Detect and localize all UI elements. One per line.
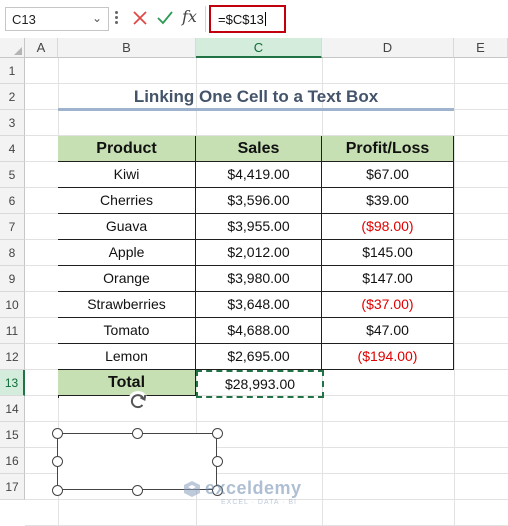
row-header-15[interactable]: 15 xyxy=(0,422,25,448)
sales-cell[interactable]: $2,012.00 xyxy=(196,240,322,266)
header-sales[interactable]: Sales xyxy=(196,136,322,162)
column-header-a[interactable]: A xyxy=(25,38,58,58)
exceldemy-logo-icon xyxy=(184,481,200,497)
row-header-13[interactable]: 13 xyxy=(0,370,25,396)
sales-cell[interactable]: $3,648.00 xyxy=(196,292,322,318)
copy-selection-border xyxy=(196,370,324,398)
product-cell[interactable]: Orange xyxy=(58,266,196,292)
row-header-6[interactable]: 6 xyxy=(0,188,25,214)
sales-cell[interactable]: $4,688.00 xyxy=(196,318,322,344)
insert-function-icon[interactable]: fx xyxy=(182,7,197,26)
profit-cell[interactable]: $39.00 xyxy=(322,188,454,214)
name-box-value: C13 xyxy=(12,12,36,27)
product-cell[interactable]: Guava xyxy=(58,214,196,240)
formula-text: =$C$13 xyxy=(218,12,266,27)
column-header-b[interactable]: B xyxy=(58,38,196,58)
resize-handle-top[interactable] xyxy=(132,428,143,439)
sheet-title: Linking One Cell to a Text Box xyxy=(133,87,379,106)
profit-cell[interactable]: $145.00 xyxy=(322,240,454,266)
sales-cell[interactable]: $3,980.00 xyxy=(196,266,322,292)
close-icon[interactable] xyxy=(130,8,150,28)
row-header-8[interactable]: 8 xyxy=(0,240,25,266)
row-header-7[interactable]: 7 xyxy=(0,214,25,240)
product-cell[interactable]: Tomato xyxy=(58,318,196,344)
resize-handle-left[interactable] xyxy=(52,456,63,467)
row-header-9[interactable]: 9 xyxy=(0,266,25,292)
name-box[interactable]: C13 ⌄ xyxy=(5,7,109,31)
profit-cell[interactable]: $67.00 xyxy=(322,162,454,188)
resize-handle-top-right[interactable] xyxy=(212,428,223,439)
header-profit-loss[interactable]: Profit/Loss xyxy=(322,136,454,162)
header-product[interactable]: Product xyxy=(58,136,196,162)
sales-cell[interactable]: $3,596.00 xyxy=(196,188,322,214)
resize-handle-bottom-left[interactable] xyxy=(52,485,63,496)
row-header-11[interactable]: 11 xyxy=(0,318,25,344)
profit-cell[interactable]: $47.00 xyxy=(322,318,454,344)
column-header-e[interactable]: E xyxy=(454,38,508,58)
row-header-12[interactable]: 12 xyxy=(0,344,25,370)
row-header-5[interactable]: 5 xyxy=(0,162,25,188)
title-underline xyxy=(58,108,454,111)
sales-cell[interactable]: $4,419.00 xyxy=(196,162,322,188)
product-cell[interactable]: Lemon xyxy=(58,344,196,370)
watermark-tagline: EXCEL · DATA · BI xyxy=(221,499,297,506)
watermark: exceldemy EXCEL · DATA · BI xyxy=(183,478,343,506)
product-cell[interactable]: Strawberries xyxy=(58,292,196,318)
resize-handle-right[interactable] xyxy=(212,456,223,467)
watermark-name: exceldemy xyxy=(205,478,302,498)
formula-bar-divider xyxy=(205,6,206,32)
profit-cell[interactable]: $147.00 xyxy=(322,266,454,292)
resize-handle-top-left[interactable] xyxy=(52,428,63,439)
product-cell[interactable]: Kiwi xyxy=(58,162,196,188)
check-icon[interactable] xyxy=(155,8,175,28)
profit-cell[interactable]: ($98.00) xyxy=(322,214,454,240)
row-header-14[interactable]: 14 xyxy=(0,396,25,422)
product-cell[interactable]: Cherries xyxy=(58,188,196,214)
select-all-button[interactable] xyxy=(0,38,25,58)
row-header-4[interactable]: 4 xyxy=(0,136,25,162)
row-header-17[interactable]: 17 xyxy=(0,474,25,500)
row-header-3[interactable]: 3 xyxy=(0,110,25,136)
rotate-handle-icon[interactable] xyxy=(127,390,149,412)
resize-handle-bottom[interactable] xyxy=(132,485,143,496)
chevron-down-icon[interactable]: ⌄ xyxy=(92,11,102,25)
row-header-1[interactable]: 1 xyxy=(0,58,25,84)
column-header-c[interactable]: C xyxy=(196,38,322,58)
profit-cell[interactable]: ($37.00) xyxy=(322,292,454,318)
column-header-d[interactable]: D xyxy=(322,38,454,58)
row-header-2[interactable]: 2 xyxy=(0,84,25,110)
sales-cell[interactable]: $3,955.00 xyxy=(196,214,322,240)
formula-input[interactable]: =$C$13 xyxy=(209,5,286,33)
row-header-10[interactable]: 10 xyxy=(0,292,25,318)
sales-cell[interactable]: $2,695.00 xyxy=(196,344,322,370)
row-header-16[interactable]: 16 xyxy=(0,448,25,474)
profit-cell[interactable]: ($194.00) xyxy=(322,344,454,370)
formula-bar: C13 ⌄ fx =$C$13 xyxy=(0,0,508,38)
product-cell[interactable]: Apple xyxy=(58,240,196,266)
more-options-icon[interactable] xyxy=(115,10,119,28)
